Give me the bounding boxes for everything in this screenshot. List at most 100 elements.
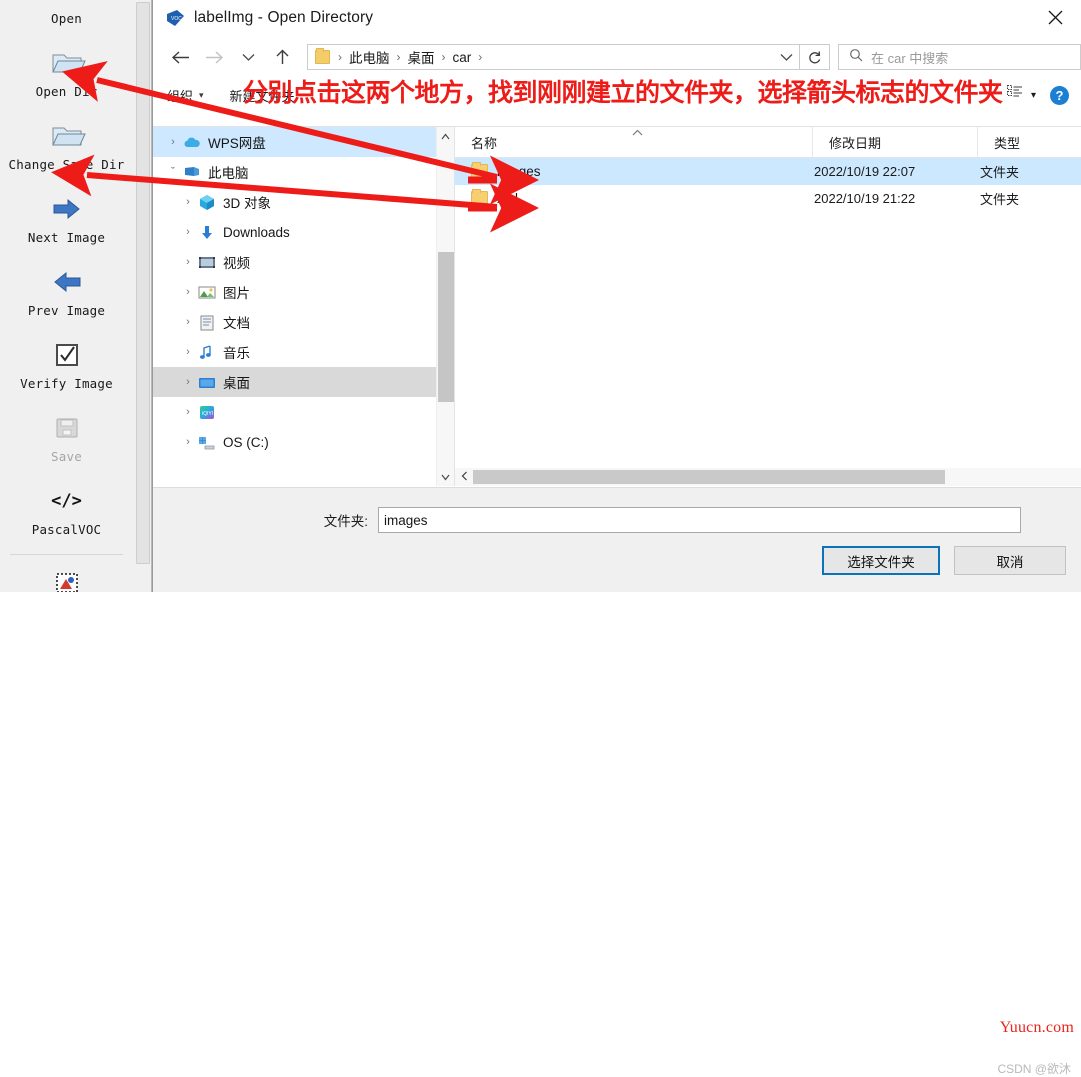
navigation-row: › 此电脑 › 桌面 › car › 在 car 中搜索: [153, 36, 1081, 78]
left-arrow-icon: [50, 262, 84, 302]
toolbar-divider: [10, 554, 123, 555]
chevron-right-icon[interactable]: ›: [178, 316, 198, 328]
file-type: 文件夹: [980, 165, 1020, 180]
breadcrumb-item-desktop[interactable]: 桌面: [405, 47, 438, 67]
tree-scrollbar-thumb[interactable]: [438, 252, 454, 402]
address-bar[interactable]: › 此电脑 › 桌面 › car ›: [307, 44, 800, 70]
toolbar-item-prev-image[interactable]: Prev Image: [0, 258, 133, 331]
column-header-date[interactable]: 修改日期: [813, 127, 978, 158]
close-icon[interactable]: [1033, 0, 1077, 34]
chevron-right-icon[interactable]: ›: [178, 286, 198, 298]
annotation-text: 分别点击这两个地方，找到刚刚建立的文件夹，选择箭头标志的文件夹: [243, 78, 1003, 107]
file-list-scrollbar-thumb[interactable]: [473, 470, 945, 484]
toolbar-item-verify-image[interactable]: Verify Image: [0, 331, 133, 404]
tree-item-3d-objects[interactable]: › 3D 对象: [153, 187, 436, 217]
toolbar-item-save[interactable]: Save: [0, 404, 133, 477]
chevron-right-icon[interactable]: ›: [178, 226, 198, 238]
toolbar-item-change-save-dir[interactable]: Change Save Dir: [0, 112, 133, 185]
up-button[interactable]: [265, 41, 299, 73]
dialog-footer: 文件夹: images 选择文件夹 取消 Yuucn.com CSDN @欲沐: [153, 487, 1081, 1076]
toolbar-item-create-rectbox[interactable]: [0, 559, 133, 592]
chevron-right-icon[interactable]: ›: [163, 136, 183, 148]
toolbar-item-open-dir[interactable]: Open Dir: [0, 39, 133, 112]
breadcrumb-separator: ›: [441, 50, 446, 64]
breadcrumb-separator: ›: [396, 50, 401, 64]
tree-item-documents[interactable]: › 文档: [153, 307, 436, 337]
desktop-icon: [198, 374, 216, 391]
view-list-icon[interactable]: [1006, 85, 1023, 105]
chevron-down-icon[interactable]: [780, 45, 793, 69]
forward-button[interactable]: [197, 41, 231, 73]
toolbar-scrollbar-thumb[interactable]: [136, 2, 150, 564]
chevron-right-icon[interactable]: ›: [178, 376, 198, 388]
toolbar-item-pascalvoc[interactable]: </> PascalVOC: [0, 477, 133, 550]
right-arrow-icon: [50, 189, 84, 229]
chevron-right-icon[interactable]: ›: [178, 256, 198, 268]
table-row[interactable]: xml 2022/10/19 21:22 文件夹: [455, 185, 1081, 212]
cloud-icon: [183, 134, 201, 151]
breadcrumb-item-car[interactable]: car: [450, 50, 475, 65]
tree-item-pictures[interactable]: › 图片: [153, 277, 436, 307]
search-input[interactable]: 在 car 中搜索: [838, 44, 1081, 70]
tree-item-label: OS (C:): [223, 434, 269, 450]
toolbar-item-open[interactable]: Open: [0, 0, 133, 39]
search-placeholder: 在 car 中搜索: [871, 50, 949, 66]
pictures-icon: [198, 284, 216, 301]
tree-item-wps-cloud[interactable]: › WPS网盘: [153, 127, 436, 157]
toolbar-item-label: Verify Image: [20, 376, 113, 391]
downloads-icon: [198, 224, 216, 241]
create-rectbox-icon: [54, 563, 80, 592]
chevron-down-icon: ▾: [199, 89, 204, 100]
chevron-right-icon[interactable]: ›: [178, 346, 198, 358]
cancel-button[interactable]: 取消: [954, 546, 1066, 575]
toolbar-item-label: Change Save Dir: [8, 157, 125, 172]
tree-item-music[interactable]: › 音乐: [153, 337, 436, 367]
toolbar-item-label: Save: [51, 449, 82, 464]
3d-objects-icon: [198, 194, 216, 211]
view-chevron-down-icon[interactable]: ▾: [1031, 90, 1036, 101]
back-button[interactable]: [163, 41, 197, 73]
chevron-right-icon[interactable]: ›: [178, 436, 198, 448]
file-name-cell: images: [455, 162, 813, 179]
tree-item-downloads[interactable]: › Downloads: [153, 217, 436, 247]
tree-item-iqiyi[interactable]: › iQIYI: [153, 397, 436, 427]
folder-name-input[interactable]: images: [378, 507, 1021, 533]
tree-item-label: 3D 对象: [223, 196, 272, 211]
toolbar-item-label: Prev Image: [27, 303, 106, 318]
iqiyi-icon: iQIYI: [198, 404, 216, 421]
floppy-disk-icon: [53, 408, 81, 448]
sort-ascending-icon: [631, 128, 644, 139]
chevron-down-icon[interactable]: ˇ: [163, 166, 183, 178]
table-row[interactable]: images 2022/10/19 22:07 文件夹: [455, 158, 1081, 185]
organize-button[interactable]: 组织 ▾: [167, 86, 204, 105]
toolbar-item-label: Next Image: [27, 230, 106, 245]
help-icon[interactable]: ?: [1050, 85, 1069, 105]
tree-item-this-pc[interactable]: ˇ 此电脑: [153, 157, 436, 187]
folder-row: 文件夹: images: [153, 506, 1081, 534]
tree-item-videos[interactable]: › 视频: [153, 247, 436, 277]
chevron-right-icon[interactable]: ›: [178, 196, 198, 208]
select-folder-button[interactable]: 选择文件夹: [822, 546, 940, 575]
toolbar-scrollbar[interactable]: [133, 0, 152, 592]
column-header-type[interactable]: 类型: [978, 127, 1081, 158]
scroll-left-icon[interactable]: [455, 471, 473, 484]
tree-item-label: 文档: [223, 316, 250, 331]
tree-item-os-c[interactable]: › OS (C:): [153, 427, 436, 457]
folder-icon: [471, 189, 488, 206]
toolbar-item-next-image[interactable]: Next Image: [0, 185, 133, 258]
watermark-csdn: CSDN @欲沐: [997, 1062, 1071, 1076]
svg-text:iQIYI: iQIYI: [202, 411, 213, 417]
file-list-horizontal-scrollbar[interactable]: [455, 468, 1081, 486]
tree-scrollbar[interactable]: [436, 127, 454, 486]
refresh-icon[interactable]: [800, 44, 830, 70]
dialog-title: labelImg - Open Directory: [194, 9, 374, 26]
scroll-up-icon[interactable]: [437, 127, 454, 145]
recent-locations-button[interactable]: [231, 41, 265, 73]
scroll-down-icon[interactable]: [437, 468, 454, 486]
breadcrumb-item-this-pc[interactable]: 此电脑: [346, 47, 393, 67]
watermark-yuucn: Yuucn.com: [999, 1019, 1074, 1036]
chevron-right-icon[interactable]: ›: [178, 406, 198, 418]
open-folder-icon: [47, 43, 87, 83]
tree-item-desktop[interactable]: › 桌面: [153, 367, 436, 397]
file-type: 文件夹: [980, 192, 1020, 207]
